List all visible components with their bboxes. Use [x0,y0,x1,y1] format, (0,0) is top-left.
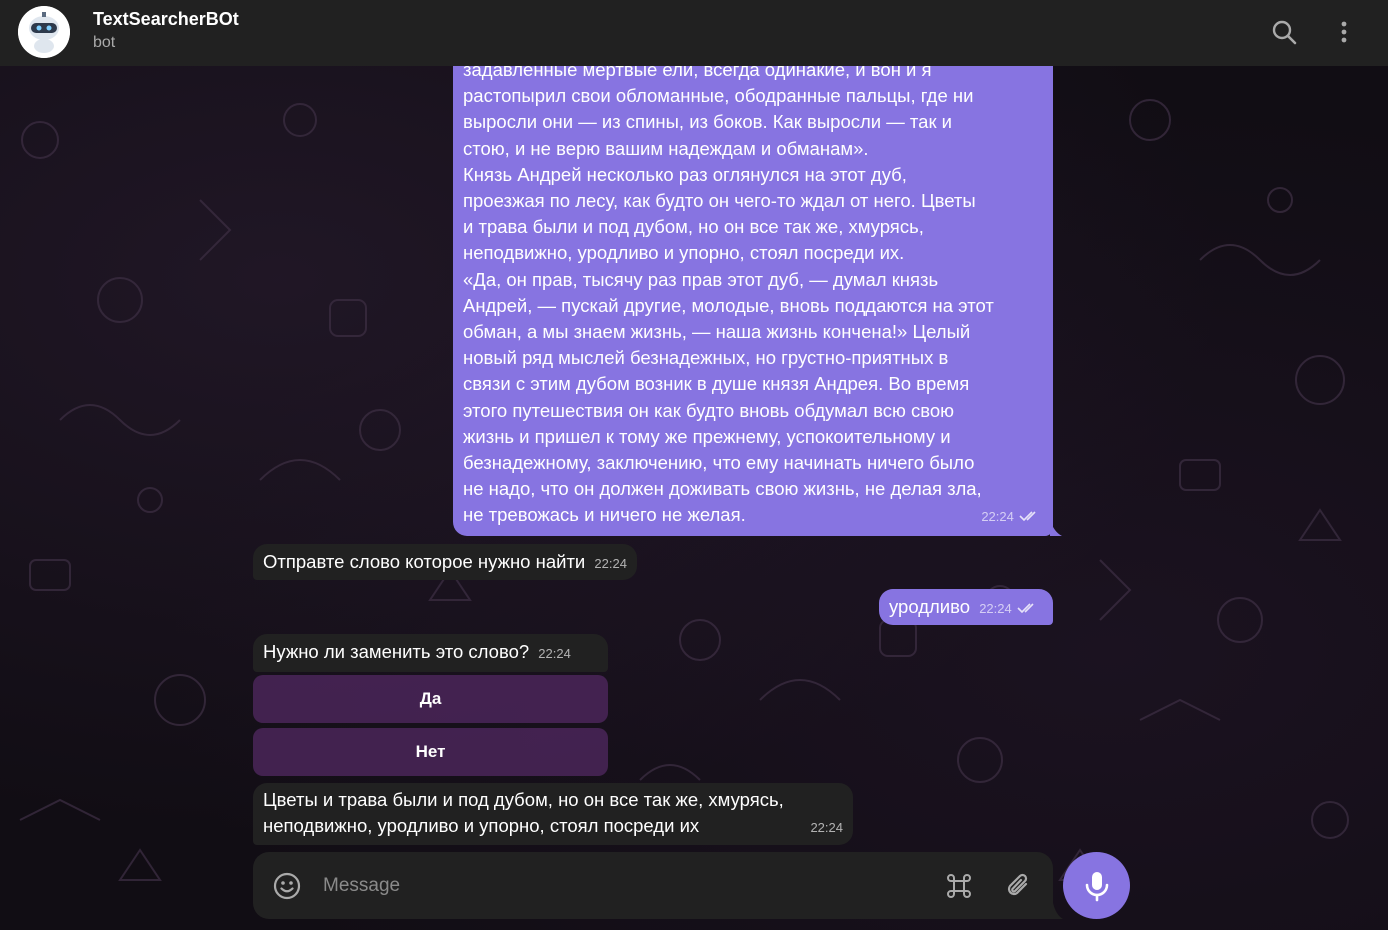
message-line: «Да, он прав, тысячу раз прав этот дуб, … [463,268,939,290]
message-line: и трава были и под дубом, но он все так … [463,216,924,238]
message-text-line2: неподвижно, уродливо и упорно, стоял пос… [263,815,700,837]
inline-button-no[interactable]: Нет [253,728,608,776]
outgoing-message-long[interactable]: задавленные мертвые ели, всегда одинакие… [453,50,1053,536]
message-line: жизнь и пришел к тому же прежнему, успок… [463,425,951,447]
message-text: Нужно ли заменить это слово? [263,641,530,662]
outgoing-message-word[interactable]: уродливо 22:24 [879,589,1053,625]
incoming-message-question[interactable]: Нужно ли заменить это слово? 22:24 [253,634,608,672]
message-line: не тревожась и ничего не желая. [463,504,746,526]
message-text-line1: Цветы и трава были и под дубом, но он вс… [263,789,784,810]
message-line: проезжая по лесу, как будто он чего-то ж… [463,190,976,212]
message-line: стою, и не верю вашим надеждам и обманам… [463,137,869,159]
message-text: задавленные мертвые ели, всегда одинакие… [463,57,1043,529]
emoji-icon[interactable] [272,871,302,906]
message-line: растопырил свои обломанные, ободранные п… [463,85,974,107]
bot-avatar[interactable] [18,6,70,58]
message-line: не надо, что он должен доживать свою жиз… [463,478,982,500]
message-meta: 22:24 [981,502,1041,530]
attach-icon[interactable] [1004,870,1034,907]
incoming-message-prompt[interactable]: Отправте слово которое нужно найти 22:24 [253,544,637,580]
bot-commands-icon[interactable] [943,870,975,907]
inline-button-yes[interactable]: Да [253,675,608,723]
message-time: 22:24 [538,646,571,661]
message-line: выросли они — из спины, из боков. Как вы… [463,111,953,133]
chat-header: TextSearcherBOt bot [0,0,1388,66]
search-icon[interactable] [1269,17,1299,47]
incoming-message-result[interactable]: Цветы и трава были и под дубом, но он вс… [253,783,853,845]
composer-tail [1053,903,1063,919]
message-text: Отправте слово которое нужно найти [263,551,586,572]
message-line: Князь Андрей несколько раз оглянулся на … [463,163,907,185]
message-text: уродливо [889,596,971,617]
microphone-icon [1085,871,1108,901]
message-line: Андрей, — пускай другие, молодые, вновь … [463,294,994,316]
chat-title[interactable]: TextSearcherBOt [93,9,239,30]
message-line: безнадежному, заключению, что ему начина… [463,452,975,474]
message-line: новый ряд мыслей безнадежных, но грустно… [463,347,949,369]
read-ticks-icon [1017,603,1034,614]
message-time: 22:24 [981,508,1014,524]
message-line: обман, а мы знаем жизнь, — наша жизнь ко… [463,321,971,343]
message-composer [253,852,1053,919]
message-time: 22:24 [979,601,1012,616]
microphone-button[interactable] [1063,852,1130,919]
chat-subtitle: bot [93,34,116,51]
message-line: неподвижно, уродливо и упорно, стоял пос… [463,242,905,264]
message-line: этого путешествия он как будто вновь обд… [463,399,955,421]
more-options-icon[interactable] [1329,17,1359,47]
message-input[interactable] [321,870,925,902]
message-time: 22:24 [594,556,627,571]
bubble-tail [1050,520,1062,536]
message-line: связи с этим дубом возник в душе князя А… [463,373,970,395]
message-time: 22:24 [810,819,843,835]
read-ticks-icon [1019,511,1036,522]
